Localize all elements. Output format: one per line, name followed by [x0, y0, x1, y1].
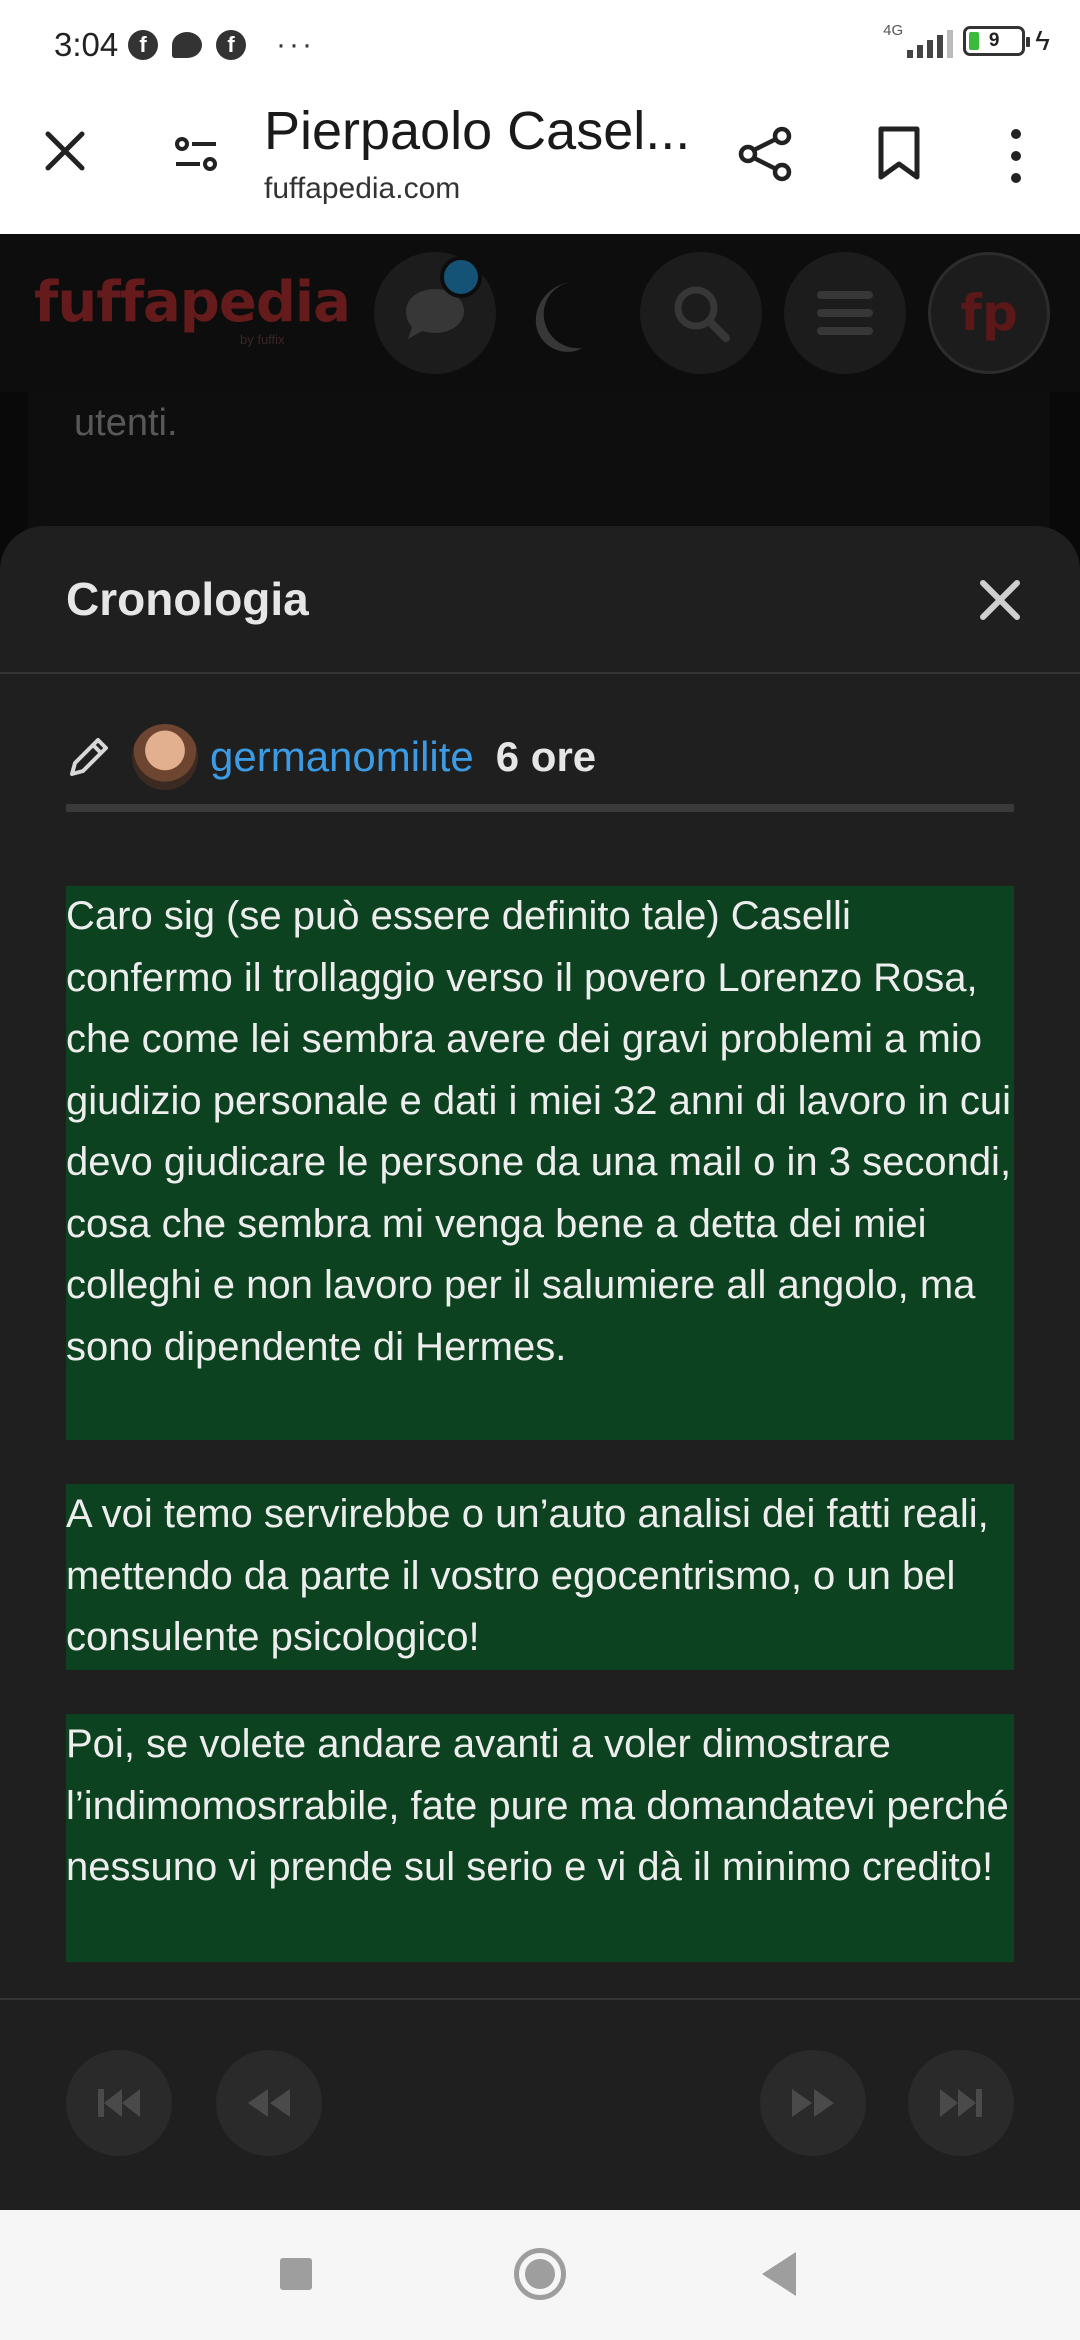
sheet-header: Cronologia	[0, 526, 1080, 674]
recents-icon[interactable]	[280, 2258, 312, 2290]
close-icon[interactable]	[40, 126, 90, 176]
revision-time: 6 ore	[495, 733, 597, 780]
page-settings-icon[interactable]	[172, 130, 220, 178]
last-revision-button[interactable]	[908, 2050, 1014, 2156]
battery-icon: 9	[963, 26, 1031, 56]
history-sheet: Cronologia germanomilite 6 ore Caro sig …	[0, 526, 1080, 2210]
pencil-icon	[70, 738, 108, 776]
author-avatar[interactable]	[132, 724, 198, 790]
page-url[interactable]: fuffapedia.com	[264, 172, 460, 206]
battery-level: 9	[988, 30, 1000, 51]
charging-icon: ϟ	[1035, 25, 1050, 56]
notification-icons: f f ···	[128, 28, 315, 62]
share-icon[interactable]	[738, 126, 794, 182]
revision-navigation	[0, 1998, 1080, 2210]
divider	[66, 804, 1014, 812]
more-vert-icon[interactable]	[1004, 126, 1028, 186]
home-icon[interactable]	[514, 2248, 566, 2300]
first-revision-button[interactable]	[66, 2050, 172, 2156]
network-type: 4G	[883, 22, 904, 39]
author-username[interactable]: germanomilite	[210, 733, 474, 781]
revision-paragraph: Caro sig (se può essere definito tale) C…	[66, 886, 1014, 1440]
status-bar: 3:04 f f ··· 4G 9 ϟ	[0, 0, 1080, 86]
close-icon[interactable]	[978, 578, 1022, 622]
facebook-icon: f	[216, 30, 246, 60]
last-page-icon	[940, 2089, 982, 2117]
revision-paragraph: A voi temo servirebbe o un’auto analisi …	[66, 1484, 1014, 1670]
previous-revision-button[interactable]	[216, 2050, 322, 2156]
system-navigation-bar	[0, 2210, 1080, 2340]
revision-meta: germanomilite 6 ore	[66, 722, 1016, 792]
page-title[interactable]: Pierpaolo Casel...	[264, 100, 704, 162]
bookmark-icon[interactable]	[876, 124, 922, 182]
messenger-icon	[172, 32, 202, 58]
signal-icon: 4G	[883, 22, 954, 58]
status-time: 3:04	[54, 26, 119, 63]
status-right: 4G 9 ϟ	[883, 22, 1050, 58]
previous-icon	[248, 2089, 290, 2117]
revision-paragraph: Poi, se volete andare avanti a voler dim…	[66, 1714, 1014, 1962]
sheet-title: Cronologia	[66, 573, 309, 625]
browser-toolbar: Pierpaolo Casel... fuffapedia.com	[0, 86, 1080, 234]
back-icon[interactable]	[762, 2252, 796, 2296]
next-revision-button[interactable]	[760, 2050, 866, 2156]
next-icon	[792, 2089, 834, 2117]
first-page-icon	[98, 2089, 140, 2117]
facebook-icon: f	[128, 30, 158, 60]
more-notifications-icon: ···	[276, 28, 315, 61]
